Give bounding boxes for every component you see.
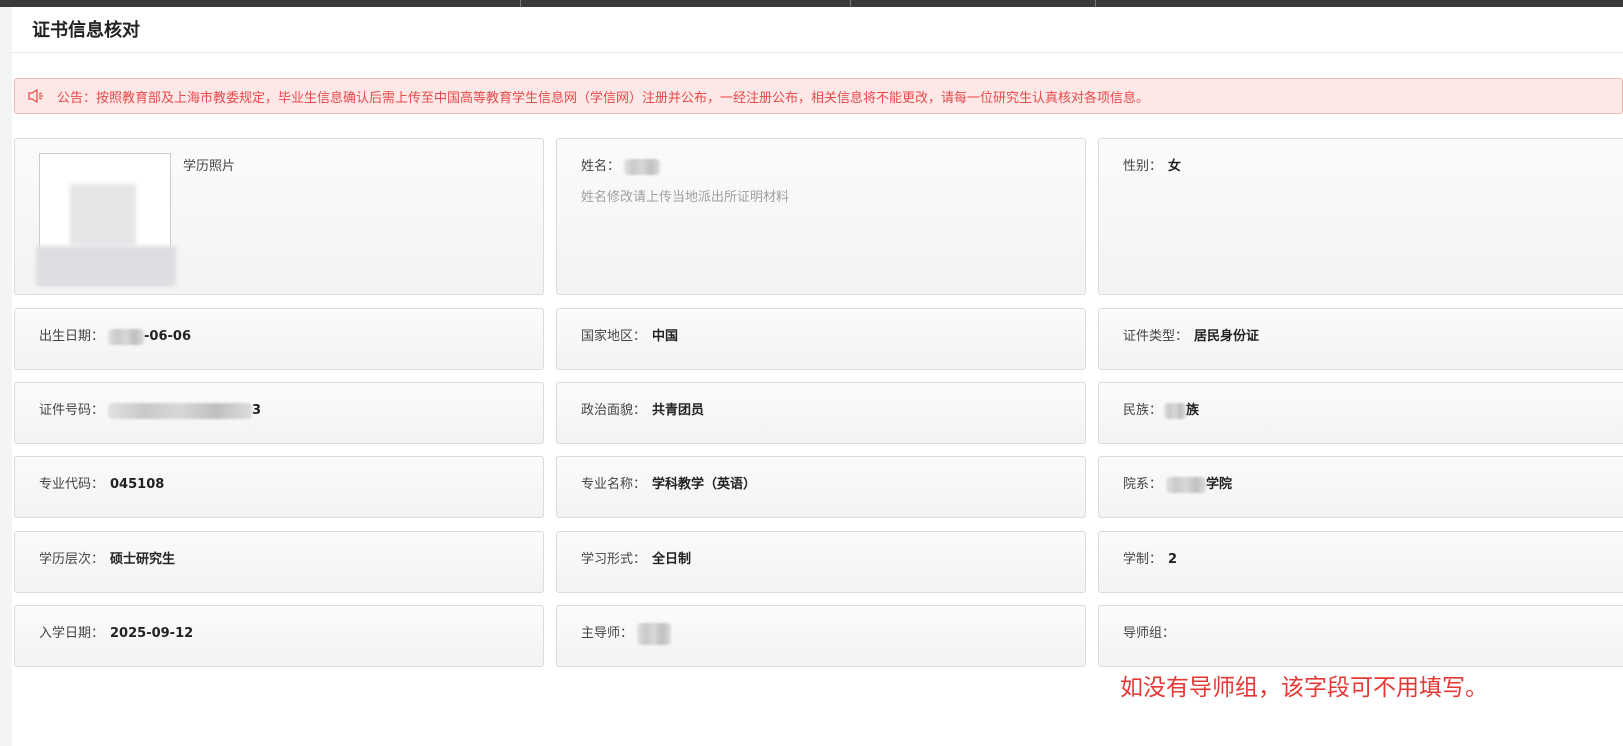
card-major-code: 专业代码： 045108: [14, 456, 544, 518]
card-department: 院系： 学院: [1098, 456, 1623, 518]
id-number-label: 证件号码：: [39, 403, 105, 418]
card-major-name: 专业名称： 学科教学（英语）: [556, 456, 1086, 518]
birth-value: -06-06: [144, 329, 191, 344]
study-form-value: 全日制: [652, 552, 692, 567]
card-id-number: 证件号码： 3: [14, 382, 544, 444]
gender-value: 女: [1168, 159, 1182, 174]
department-value: 学院: [1206, 477, 1233, 492]
gender-label: 性别：: [1123, 159, 1163, 174]
department-label: 院系：: [1123, 477, 1163, 492]
page-header: 证书信息核对: [12, 7, 1623, 53]
duration-label: 学制：: [1123, 552, 1163, 567]
notice-text: 公告：按照教育部及上海市教委规定，毕业生信息确认后需上传至中国高等教育学生信息网…: [57, 90, 1150, 106]
left-sidebar-edge: [0, 7, 12, 746]
photo-label: 学历照片: [183, 159, 236, 174]
name-label: 姓名：: [581, 159, 621, 174]
birth-year-redacted: [108, 328, 145, 345]
browser-top-strip: [0, 0, 1623, 7]
major-name-value: 学科教学（英语）: [652, 477, 757, 492]
id-number-redacted: [108, 402, 253, 419]
card-birth: 出生日期： -06-06: [14, 308, 544, 370]
ethnicity-redacted: [1164, 402, 1187, 419]
card-political: 政治面貌： 共青团员: [556, 382, 1086, 444]
id-type-label: 证件类型：: [1123, 329, 1189, 344]
annotation-note: 如没有导师组，该字段可不用填写。: [1120, 675, 1488, 701]
country-label: 国家地区：: [581, 329, 647, 344]
card-country: 国家地区： 中国: [556, 308, 1086, 370]
major-code-label: 专业代码：: [39, 477, 105, 492]
card-enroll-date: 入学日期： 2025-09-12: [14, 605, 544, 667]
card-id-type: 证件类型： 居民身份证: [1098, 308, 1623, 370]
card-name: 姓名： 姓名修改请上传当地派出所证明材料: [556, 138, 1086, 295]
advisor-redacted: [637, 622, 672, 645]
name-hint: 姓名修改请上传当地派出所证明材料: [581, 190, 790, 205]
card-ethnicity: 民族： 族: [1098, 382, 1623, 444]
degree-level-label: 学历层次：: [39, 552, 105, 567]
page-title: 证书信息核对: [32, 20, 140, 41]
id-number-value: 3: [252, 403, 262, 418]
card-gender: 性别： 女: [1098, 138, 1623, 295]
duration-value: 2: [1168, 552, 1178, 567]
degree-level-value: 硕士研究生: [110, 552, 176, 567]
card-photo: 学历照片: [14, 138, 544, 295]
notice-banner: 公告：按照教育部及上海市教委规定，毕业生信息确认后需上传至中国高等教育学生信息网…: [14, 78, 1623, 114]
study-form-label: 学习形式：: [581, 552, 647, 567]
birth-label: 出生日期：: [39, 329, 105, 344]
card-degree-level: 学历层次： 硕士研究生: [14, 531, 544, 593]
card-duration: 学制： 2: [1098, 531, 1623, 593]
card-advisor: 主导师：: [556, 605, 1086, 667]
major-code-value: 045108: [110, 477, 165, 492]
department-redacted: [1166, 476, 1207, 493]
advisor-group-label: 导师组：: [1123, 626, 1176, 641]
card-study-form: 学习形式： 全日制: [556, 531, 1086, 593]
political-label: 政治面貌：: [581, 403, 647, 418]
country-value: 中国: [652, 329, 679, 344]
enroll-date-label: 入学日期：: [39, 626, 105, 641]
speaker-icon: [28, 88, 43, 104]
enroll-date-value: 2025-09-12: [110, 626, 194, 641]
advisor-label: 主导师：: [581, 626, 634, 641]
card-advisor-group: 导师组：: [1098, 605, 1623, 667]
id-type-value: 居民身份证: [1194, 329, 1260, 344]
student-photo[interactable]: [36, 153, 176, 286]
major-name-label: 专业名称：: [581, 477, 647, 492]
political-value: 共青团员: [652, 403, 705, 418]
ethnicity-label: 民族：: [1123, 403, 1163, 418]
ethnicity-value: 族: [1186, 403, 1200, 418]
name-value-redacted: [624, 158, 661, 175]
